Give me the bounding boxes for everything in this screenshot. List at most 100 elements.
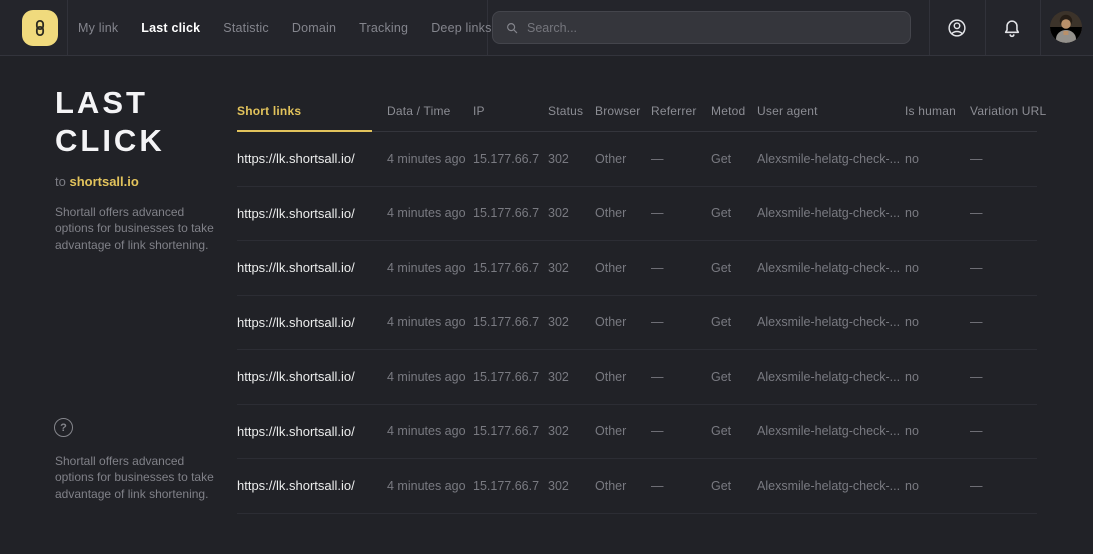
column-header-date-time[interactable]: Data / Time <box>387 104 473 118</box>
main-nav: My link Last click Statistic Domain Trac… <box>78 0 555 55</box>
column-header-variation-url[interactable]: Variation URL <box>970 104 1037 118</box>
cell-is-human: no <box>905 315 970 329</box>
column-header-user-agent[interactable]: User agent <box>757 104 905 118</box>
cell-short-link[interactable]: https://lk.shortsall.io/ <box>237 315 387 330</box>
cell-status: 302 <box>548 152 595 166</box>
column-header-status[interactable]: Status <box>548 104 595 118</box>
cell-user-agent: Alexsmile-helatg-check-... <box>757 261 905 275</box>
cell-status: 302 <box>548 370 595 384</box>
domain-link[interactable]: shortsall.io <box>69 174 138 189</box>
notifications-button[interactable] <box>996 12 1028 44</box>
cell-ip: 15.177.66.7 <box>473 479 548 493</box>
cell-referrer: — <box>651 315 711 329</box>
cell-method: Get <box>711 370 757 384</box>
cell-is-human: no <box>905 479 970 493</box>
cell-date-time: 4 minutes ago <box>387 479 473 493</box>
column-header-ip[interactable]: IP <box>473 104 548 118</box>
search-icon <box>505 21 519 35</box>
search-box[interactable] <box>492 11 911 44</box>
cell-user-agent: Alexsmile-helatg-check-... <box>757 152 905 166</box>
cell-method: Get <box>711 479 757 493</box>
table-header-row: Short links Data / Time IP Status Browse… <box>237 90 1037 132</box>
cell-variation-url: — <box>970 370 1037 384</box>
cell-short-link[interactable]: https://lk.shortsall.io/ <box>237 260 387 275</box>
cell-date-time: 4 minutes ago <box>387 261 473 275</box>
nav-item-my-link[interactable]: My link <box>78 21 118 35</box>
nav-item-domain[interactable]: Domain <box>292 21 336 35</box>
cell-is-human: no <box>905 424 970 438</box>
cell-ip: 15.177.66.7 <box>473 315 548 329</box>
account-button[interactable] <box>941 12 973 44</box>
link-icon <box>31 19 49 37</box>
question-icon[interactable]: ? <box>54 418 73 437</box>
nav-item-deep-links[interactable]: Deep links <box>431 21 491 35</box>
nav-item-statistic[interactable]: Statistic <box>223 21 269 35</box>
table-row: https://lk.shortsall.io/ 4 minutes ago 1… <box>237 187 1037 242</box>
cell-status: 302 <box>548 261 595 275</box>
cell-ip: 15.177.66.7 <box>473 370 548 384</box>
header-divider <box>1040 0 1041 55</box>
cell-variation-url: — <box>970 424 1037 438</box>
cell-browser: Other <box>595 370 651 384</box>
column-header-short-links[interactable]: Short links <box>237 104 387 118</box>
cell-is-human: no <box>905 261 970 275</box>
cell-date-time: 4 minutes ago <box>387 206 473 220</box>
cell-user-agent: Alexsmile-helatg-check-... <box>757 315 905 329</box>
table-row: https://lk.shortsall.io/ 4 minutes ago 1… <box>237 405 1037 460</box>
cell-browser: Other <box>595 261 651 275</box>
cell-user-agent: Alexsmile-helatg-check-... <box>757 370 905 384</box>
cell-short-link[interactable]: https://lk.shortsall.io/ <box>237 206 387 221</box>
table-body: https://lk.shortsall.io/ 4 minutes ago 1… <box>237 132 1037 514</box>
page-title: LAST CLICK <box>55 84 165 160</box>
cell-short-link[interactable]: https://lk.shortsall.io/ <box>237 478 387 493</box>
cell-referrer: — <box>651 261 711 275</box>
column-header-referrer[interactable]: Referrer <box>651 104 711 118</box>
nav-item-tracking[interactable]: Tracking <box>359 21 408 35</box>
cell-short-link[interactable]: https://lk.shortsall.io/ <box>237 151 387 166</box>
active-column-indicator <box>237 130 372 132</box>
cell-method: Get <box>711 261 757 275</box>
cell-method: Get <box>711 315 757 329</box>
header-divider <box>929 0 930 55</box>
cell-user-agent: Alexsmile-helatg-check-... <box>757 424 905 438</box>
user-avatar[interactable] <box>1050 11 1082 43</box>
cell-browser: Other <box>595 206 651 220</box>
header-divider <box>985 0 986 55</box>
table-row: https://lk.shortsall.io/ 4 minutes ago 1… <box>237 459 1037 514</box>
cell-variation-url: — <box>970 206 1037 220</box>
sidebar-description: Shortall offers advanced options for bus… <box>55 204 223 253</box>
cell-variation-url: — <box>970 152 1037 166</box>
cell-date-time: 4 minutes ago <box>387 315 473 329</box>
page-subtitle: to shortsall.io <box>55 174 139 189</box>
table-row: https://lk.shortsall.io/ 4 minutes ago 1… <box>237 132 1037 187</box>
search-input[interactable] <box>527 21 898 35</box>
cell-ip: 15.177.66.7 <box>473 206 548 220</box>
cell-user-agent: Alexsmile-helatg-check-... <box>757 206 905 220</box>
sidebar-help-description: Shortall offers advanced options for bus… <box>55 453 223 502</box>
subtitle-prefix: to <box>55 174 66 189</box>
column-header-browser[interactable]: Browser <box>595 104 651 118</box>
app-logo[interactable] <box>22 10 58 46</box>
column-header-method[interactable]: Metod <box>711 104 757 118</box>
cell-browser: Other <box>595 424 651 438</box>
cell-referrer: — <box>651 206 711 220</box>
cell-ip: 15.177.66.7 <box>473 261 548 275</box>
cell-browser: Other <box>595 152 651 166</box>
cell-short-link[interactable]: https://lk.shortsall.io/ <box>237 369 387 384</box>
header-divider <box>67 0 68 55</box>
cell-status: 302 <box>548 479 595 493</box>
cell-status: 302 <box>548 206 595 220</box>
cell-date-time: 4 minutes ago <box>387 424 473 438</box>
cell-referrer: — <box>651 370 711 384</box>
user-photo <box>1050 11 1082 43</box>
cell-browser: Other <box>595 479 651 493</box>
table-row: https://lk.shortsall.io/ 4 minutes ago 1… <box>237 296 1037 351</box>
cell-method: Get <box>711 424 757 438</box>
column-header-is-human[interactable]: Is human <box>905 104 970 118</box>
clicks-table: Short links Data / Time IP Status Browse… <box>237 90 1037 514</box>
cell-ip: 15.177.66.7 <box>473 152 548 166</box>
cell-status: 302 <box>548 424 595 438</box>
cell-short-link[interactable]: https://lk.shortsall.io/ <box>237 424 387 439</box>
nav-item-last-click[interactable]: Last click <box>141 21 200 35</box>
cell-is-human: no <box>905 206 970 220</box>
